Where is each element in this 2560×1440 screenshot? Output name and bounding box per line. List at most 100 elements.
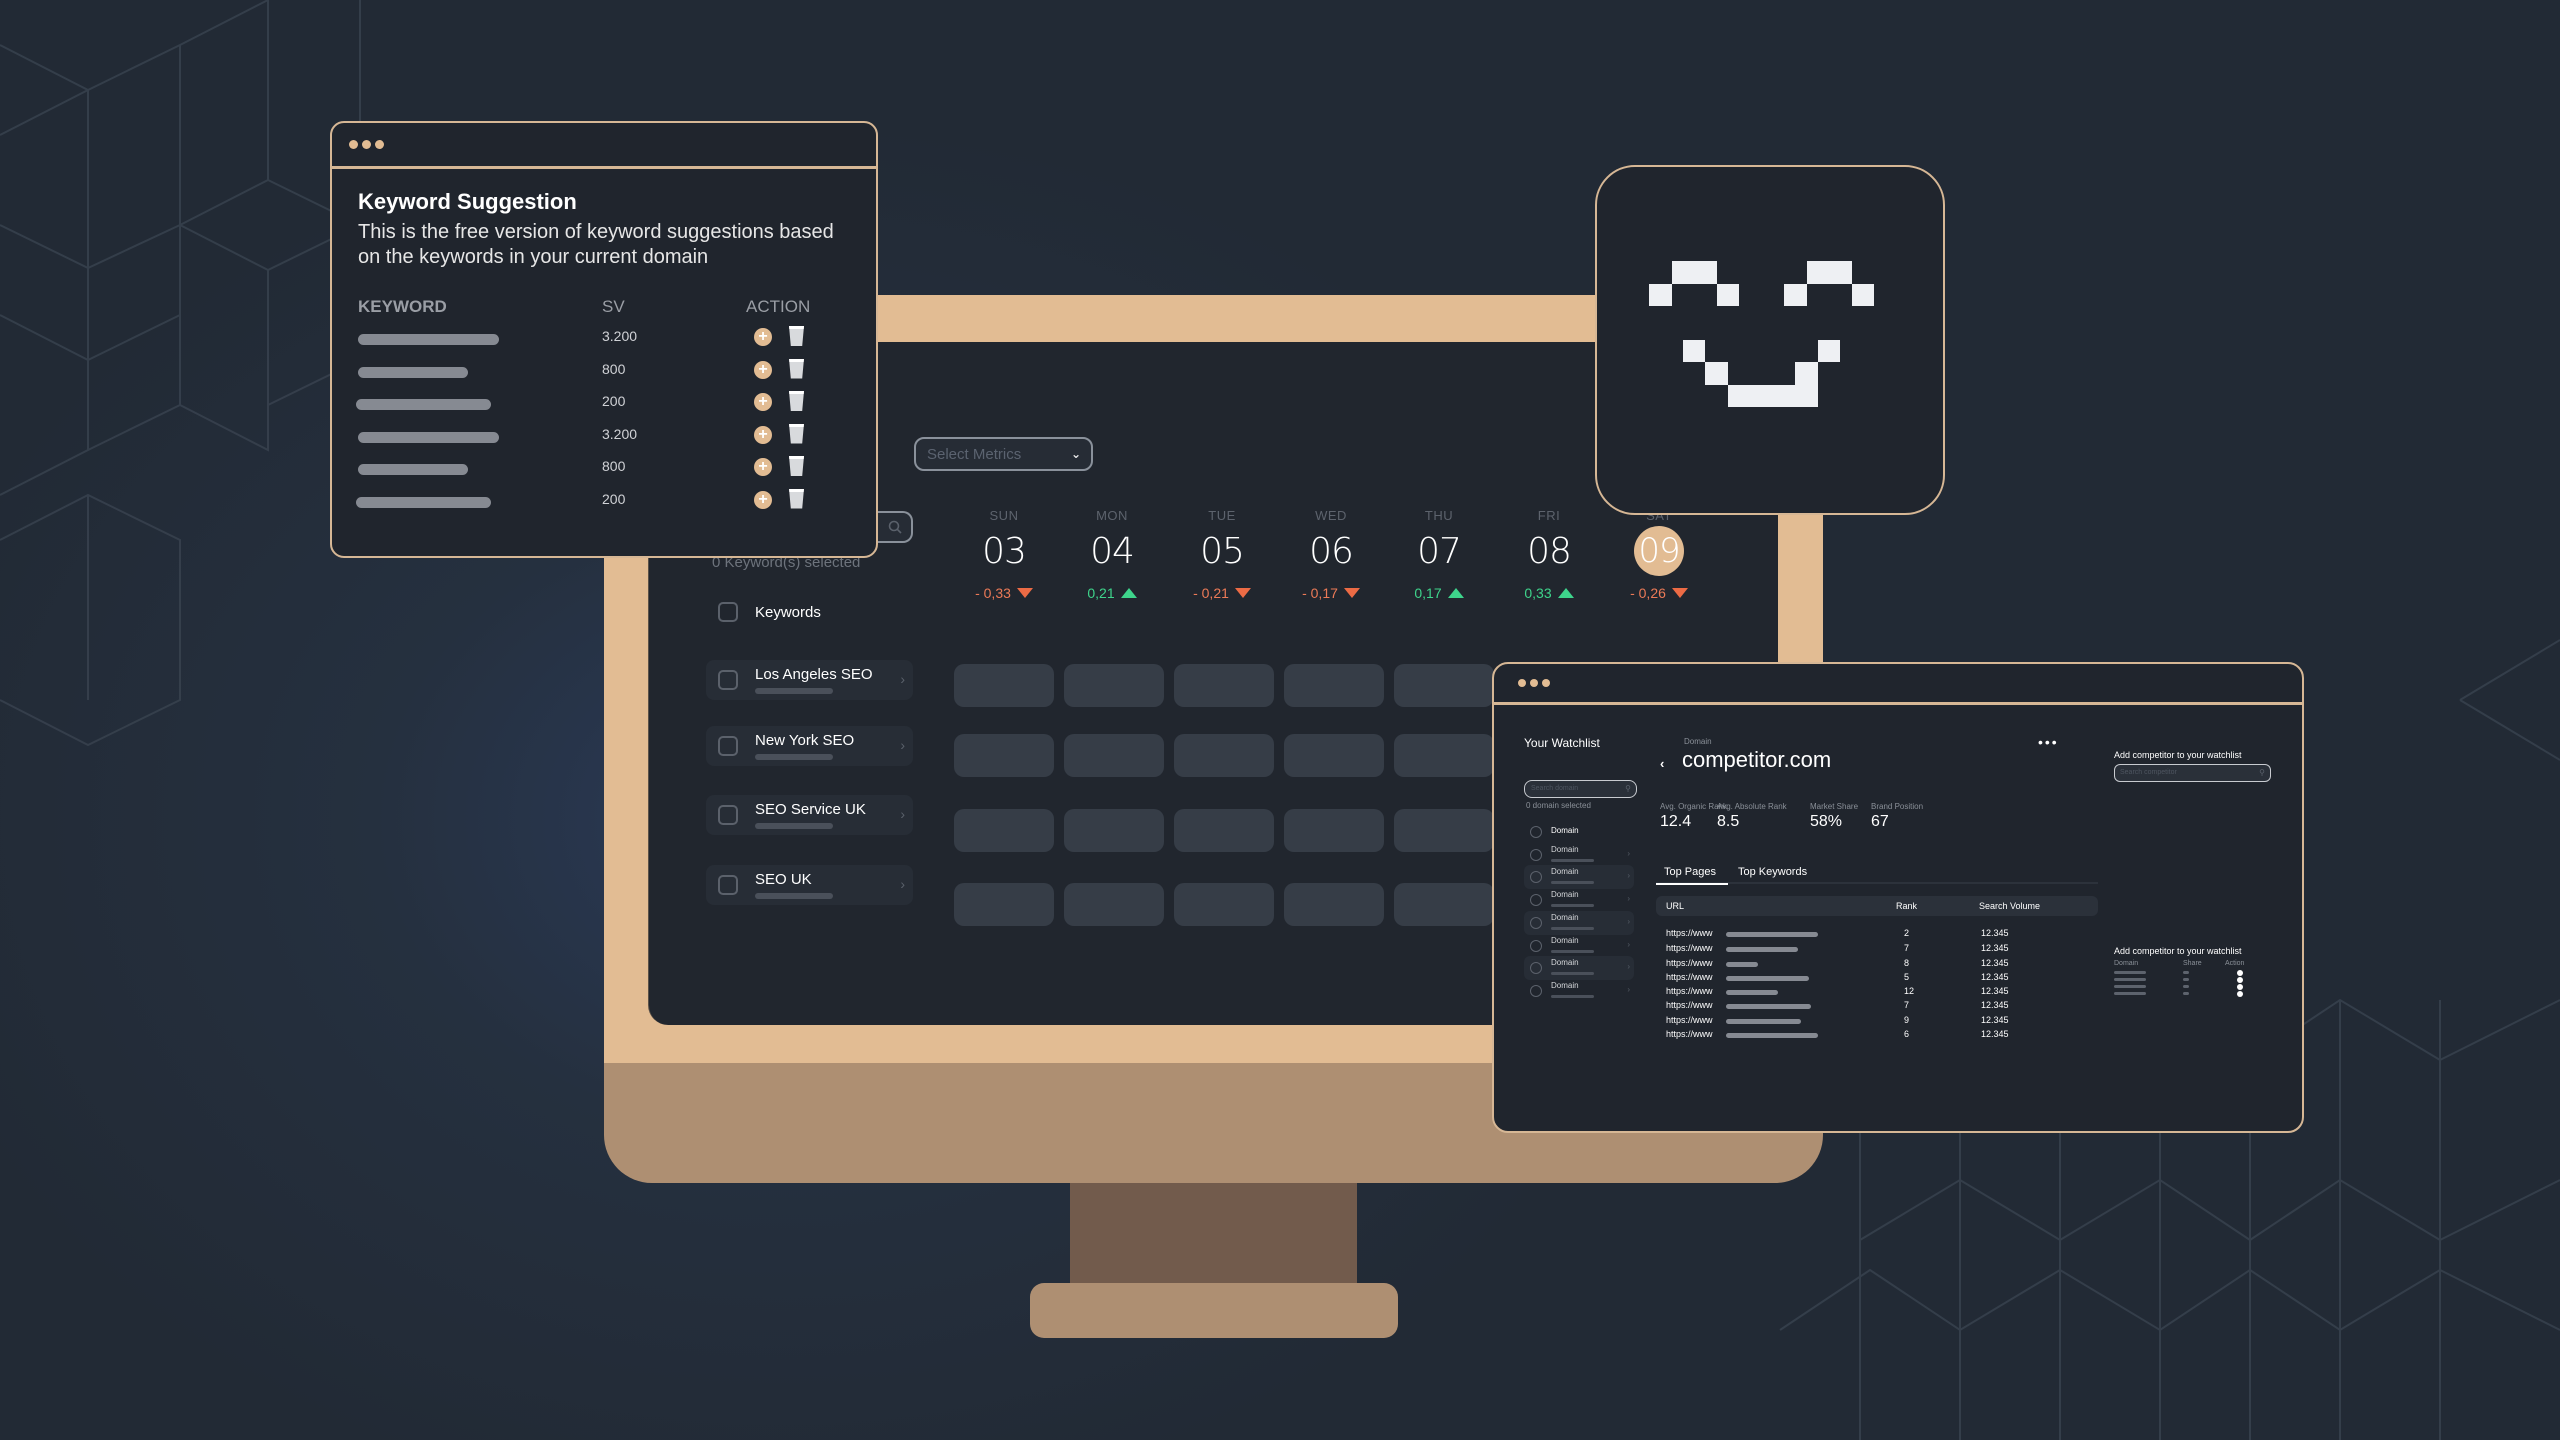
table-row[interactable]: https://www 5 12.345	[1656, 972, 2098, 986]
column-header-rank: Rank	[1896, 901, 1918, 911]
day-name: MON	[1096, 508, 1128, 523]
radio-button[interactable]	[1530, 962, 1542, 975]
back-chevron-icon[interactable]: ‹	[1660, 756, 1664, 771]
watchlist-item[interactable]: Domain ›	[1524, 865, 1634, 890]
competitor-window: Your Watchlist Search domain ⚲ 0 domain …	[1492, 662, 2304, 1133]
keyword-placeholder-bar	[358, 334, 499, 345]
day-column[interactable]: SAT 09- 0,26	[1614, 508, 1704, 603]
plus-circle-icon[interactable]: +	[754, 490, 772, 509]
radio-button[interactable]	[1530, 826, 1542, 838]
day-column[interactable]: MON 04 0,21	[1067, 508, 1157, 603]
watchlist-item[interactable]: Domain ›	[1524, 934, 1634, 958]
search-volume: 200	[602, 393, 626, 409]
table-row[interactable]: https://www 6 12.345	[1656, 1029, 2098, 1043]
day-column[interactable]: FRI 08 0,33	[1504, 508, 1594, 603]
keyword-checkbox[interactable]	[718, 805, 738, 825]
day-change: 0,21	[1087, 585, 1137, 601]
keyword-checkbox[interactable]	[718, 736, 738, 756]
day-date-wrap: 07	[1394, 525, 1484, 577]
day-name: WED	[1315, 508, 1347, 523]
search-domain-input[interactable]: Search domain ⚲	[1524, 780, 1637, 798]
search-volume-cell: 12.345	[1981, 1015, 2009, 1025]
keyword-row[interactable]: New York SEO ›	[706, 726, 913, 766]
day-date: 03	[982, 530, 1027, 572]
table-row[interactable]: https://www 8 12.345	[1656, 958, 2098, 972]
tab-top-pages[interactable]: Top Pages	[1656, 866, 1728, 885]
tab-top-keywords[interactable]: Top Keywords	[1738, 866, 1807, 878]
keywords-header-row: Keywords	[718, 602, 821, 622]
keyword-row[interactable]: SEO Service UK ›	[706, 795, 913, 835]
day-column[interactable]: THU 07 0,17	[1394, 508, 1484, 603]
mini-action-dot-icon[interactable]	[2237, 970, 2243, 976]
smiley-pixel	[1772, 384, 1796, 408]
watchlist-item[interactable]: Domain ›	[1524, 910, 1634, 935]
watchlist-item[interactable]: Domain ›	[1524, 956, 1634, 981]
ranking-cell	[1174, 809, 1274, 852]
day-column[interactable]: SUN 03 - 0,33	[959, 508, 1049, 603]
mini-domain-bar	[2114, 971, 2146, 974]
plus-circle-icon[interactable]: +	[754, 458, 772, 476]
keyword-label: SEO UK	[755, 871, 812, 888]
mini-action-dot-icon[interactable]	[2237, 991, 2243, 997]
watchlist-item[interactable]: Domain ›	[1524, 843, 1634, 867]
table-row[interactable]: https://www 7 12.345	[1656, 943, 2098, 957]
day-name: THU	[1424, 508, 1454, 523]
watchlist-item[interactable]: Domain	[1524, 820, 1634, 844]
search-competitor-input[interactable]: Search competitor ⚲	[2114, 764, 2271, 782]
watchlist-item[interactable]: Domain ›	[1524, 888, 1634, 912]
mini-share-bar	[2183, 985, 2189, 988]
radio-button[interactable]	[1530, 871, 1542, 884]
day-column[interactable]: TUE 05 - 0,21	[1177, 508, 1267, 603]
day-date: 08	[1527, 530, 1572, 572]
ranking-cell	[1284, 734, 1384, 777]
trash-icon[interactable]	[789, 326, 804, 346]
more-options-icon[interactable]: •••	[2038, 734, 2059, 750]
trash-icon[interactable]	[789, 423, 804, 444]
day-column[interactable]: WED 06 - 0,17	[1286, 508, 1376, 603]
day-change-value: 0,33	[1524, 585, 1552, 601]
mini-action-dot-icon[interactable]	[2237, 984, 2243, 990]
radio-button[interactable]	[1530, 916, 1542, 929]
radio-button[interactable]	[1530, 939, 1542, 952]
day-name: SUN	[989, 508, 1019, 523]
radio-button[interactable]	[1530, 984, 1542, 997]
trash-icon[interactable]	[789, 391, 804, 411]
table-row[interactable]: https://www 7 12.345	[1656, 1000, 2098, 1014]
column-header-url: URL	[1666, 901, 1685, 911]
add-competitor-title: Add competitor to your watchlist	[2114, 750, 2242, 760]
select-metrics-dropdown[interactable]: Select Metrics ⌄	[914, 437, 1093, 471]
select-all-checkbox[interactable]	[718, 602, 738, 622]
chevron-down-icon: ⌄	[1070, 447, 1081, 461]
trash-icon[interactable]	[789, 488, 804, 509]
table-row[interactable]: https://www 9 12.345	[1656, 1015, 2098, 1029]
radio-button[interactable]	[1530, 894, 1542, 907]
plus-circle-icon[interactable]: +	[754, 328, 772, 346]
stat-label: Avg. Absolute Rank	[1717, 802, 1787, 811]
plus-circle-icon[interactable]: +	[754, 425, 772, 444]
keyword-checkbox[interactable]	[718, 670, 738, 690]
search-competitor-placeholder: Search competitor	[2120, 769, 2177, 776]
trash-icon[interactable]	[789, 456, 804, 476]
keyword-label: Los Angeles SEO	[755, 666, 873, 683]
table-row[interactable]: https://www 12 12.345	[1656, 986, 2098, 1000]
keyword-row[interactable]: SEO UK ›	[706, 865, 913, 905]
watchlist-item[interactable]: Domain ›	[1524, 979, 1634, 1003]
trash-icon[interactable]	[789, 358, 804, 379]
mini-share-bar	[2183, 992, 2189, 995]
chevron-right-icon: ›	[1627, 916, 1630, 926]
plus-circle-icon[interactable]: +	[754, 393, 772, 411]
radio-button[interactable]	[1530, 848, 1542, 861]
chevron-right-icon: ›	[900, 806, 905, 822]
keyword-row[interactable]: Los Angeles SEO ›	[706, 660, 913, 700]
table-row[interactable]: https://www 2 12.345	[1656, 928, 2098, 942]
plus-circle-icon[interactable]: +	[754, 360, 772, 379]
keyword-text: Los Angeles SEO	[755, 666, 873, 694]
day-name: FRI	[1537, 508, 1561, 523]
window-dot-icon	[375, 140, 384, 149]
keyword-placeholder-bar	[755, 688, 833, 694]
keyword-checkbox[interactable]	[718, 875, 738, 895]
day-change-value: - 0,21	[1193, 585, 1229, 601]
url-placeholder-bar	[1726, 962, 1758, 967]
mini-action-dot-icon[interactable]	[2237, 977, 2243, 983]
keyword-text: SEO UK	[755, 871, 833, 899]
